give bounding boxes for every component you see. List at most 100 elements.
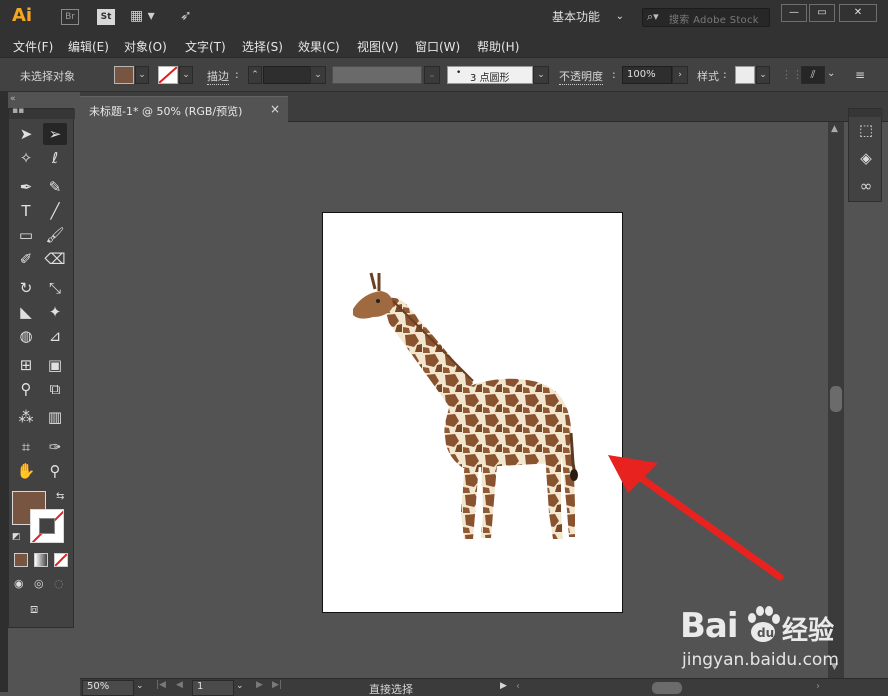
menu-file[interactable]: 文件(F) — [13, 38, 53, 55]
document-tab[interactable]: 未标题-1* @ 50% (RGB/预览) × — [80, 96, 288, 122]
layers-icon[interactable]: ◈ — [857, 149, 875, 167]
menu-select[interactable]: 选择(S) — [242, 38, 283, 55]
close-window-button[interactable]: ✕ — [839, 4, 877, 22]
graphic-style-swatch[interactable] — [735, 66, 755, 84]
close-tab-icon[interactable]: × — [270, 102, 280, 116]
zoom-chevron-icon[interactable]: ⌄ — [136, 681, 144, 691]
bridge-chip[interactable]: Br — [61, 9, 79, 25]
puppet-warp-tool-icon[interactable]: ✦ — [43, 301, 67, 323]
magic-wand-tool-icon[interactable]: ✧ — [14, 147, 38, 169]
gpu-performance-icon[interactable]: ➶ — [180, 8, 192, 24]
scroll-right-icon[interactable]: › — [816, 681, 820, 692]
next-artboard-icon[interactable]: ▶ — [256, 680, 263, 690]
menu-object[interactable]: 对象(O) — [124, 38, 167, 55]
eraser-tool-icon[interactable]: ⌫ — [43, 248, 67, 270]
minimize-button[interactable]: — — [781, 4, 807, 22]
opacity-arrow-icon[interactable]: › — [672, 66, 688, 84]
pen-tool-icon[interactable]: ✒ — [14, 176, 38, 198]
arrange-documents-icon[interactable]: ▦ ▾ — [130, 8, 155, 24]
color-mode-icon[interactable] — [14, 553, 28, 567]
zoom-tool-icon[interactable]: ⚲ — [43, 460, 67, 482]
align-icon[interactable]: ⫽ — [801, 66, 825, 84]
status-menu-arrow-icon[interactable]: ▶ — [500, 681, 507, 691]
artboard-tool-icon[interactable]: ⌗ — [14, 436, 38, 458]
slice-tool-icon[interactable]: ✑ — [43, 436, 67, 458]
creative-cloud-icon[interactable]: ∞ — [857, 177, 875, 195]
column-graph-tool-icon[interactable]: ▥ — [43, 406, 67, 428]
scroll-left-icon[interactable]: ‹ — [516, 681, 520, 692]
opacity-field[interactable]: 100% — [622, 66, 672, 84]
stroke-weight-chevron-icon[interactable]: ⌄ — [310, 66, 326, 84]
brush-chevron-icon[interactable]: ⌄ — [533, 66, 549, 84]
menu-type[interactable]: 文字(T) — [185, 38, 226, 55]
screen-mode-icon[interactable]: ⧈ — [30, 602, 38, 617]
default-fill-stroke-icon[interactable]: ◩ — [12, 532, 21, 542]
direct-selection-tool-icon[interactable]: ➢ — [43, 123, 67, 145]
lasso-tool-icon[interactable]: ℓ — [43, 147, 67, 169]
width-tool-icon[interactable]: ◣ — [14, 301, 38, 323]
menu-effect[interactable]: 效果(C) — [298, 38, 340, 55]
opacity-label[interactable]: 不透明度 — [559, 68, 603, 85]
gradient-mode-icon[interactable] — [34, 553, 48, 567]
panel-menu-icon[interactable]: ≡ — [855, 68, 865, 82]
fill-color-swatch[interactable] — [114, 66, 134, 84]
restore-button[interactable]: ▭ — [809, 4, 835, 22]
collapse-toolbar-icon[interactable]: « — [10, 94, 16, 104]
stroke-weight-field[interactable] — [263, 66, 311, 84]
libraries-icon[interactable]: ⬚ — [857, 121, 875, 139]
line-segment-tool-icon[interactable]: ╱ — [43, 200, 67, 222]
eyedropper-tool-icon[interactable]: ⚲ — [14, 378, 38, 400]
menu-window[interactable]: 窗口(W) — [415, 38, 460, 55]
giraffe-image[interactable] — [323, 213, 624, 614]
hand-tool-icon[interactable]: ✋ — [14, 460, 38, 482]
blend-tool-icon[interactable]: ⧉ — [43, 378, 67, 400]
curvature-tool-icon[interactable]: ✎ — [43, 176, 67, 198]
menu-view[interactable]: 视图(V) — [357, 38, 399, 55]
rectangle-tool-icon[interactable]: ▭ — [14, 224, 38, 246]
brush-definition-field[interactable]: 3 点圆形 • — [447, 66, 533, 84]
style-chevron-icon[interactable]: ⌄ — [756, 66, 770, 84]
stroke-weight-stepper[interactable]: ⌃ — [248, 66, 262, 84]
none-mode-icon[interactable] — [54, 553, 68, 567]
type-tool-icon[interactable]: T — [14, 200, 38, 222]
zoom-field[interactable]: 50% — [82, 680, 134, 696]
scroll-up-icon[interactable]: ▲ — [831, 124, 838, 134]
variable-width-profile[interactable] — [332, 66, 422, 84]
scale-tool-icon[interactable]: ⤡ — [43, 277, 67, 299]
stroke-dropdown-chevron-icon[interactable]: ⌄ — [179, 66, 193, 84]
right-panel-header[interactable] — [849, 109, 883, 117]
rotate-tool-icon[interactable]: ↻ — [14, 277, 38, 299]
mesh-tool-icon[interactable]: ⊞ — [14, 354, 38, 376]
menu-edit[interactable]: 编辑(E) — [68, 38, 109, 55]
previous-artboard-icon[interactable]: ◀ — [176, 680, 183, 690]
artboard[interactable] — [322, 212, 623, 613]
gradient-tool-icon[interactable]: ▣ — [43, 354, 67, 376]
horizontal-scroll-thumb[interactable] — [652, 682, 682, 694]
draw-inside-icon[interactable]: ◌ — [54, 577, 64, 590]
shaper-tool-icon[interactable]: ✐ — [14, 248, 38, 270]
menu-help[interactable]: 帮助(H) — [477, 38, 519, 55]
shape-builder-tool-icon[interactable]: ◍ — [14, 325, 38, 347]
tools-panel-header[interactable]: ▪▪ — [9, 106, 75, 119]
vertical-scrollbar[interactable]: ▲ ▼ — [828, 122, 844, 678]
paintbrush-tool-icon[interactable]: 🖌 — [43, 224, 67, 246]
last-artboard-icon[interactable]: ▶| — [272, 680, 282, 690]
symbol-sprayer-tool-icon[interactable]: ⁂ — [14, 406, 38, 428]
stroke-color-box[interactable] — [30, 509, 64, 543]
fill-dropdown-chevron-icon[interactable]: ⌄ — [135, 66, 149, 84]
selection-tool-icon[interactable]: ➤ — [14, 123, 38, 145]
draw-normal-icon[interactable]: ◉ — [14, 577, 24, 590]
swap-fill-stroke-icon[interactable]: ⇆ — [56, 491, 64, 502]
perspective-grid-tool-icon[interactable]: ⊿ — [43, 325, 67, 347]
draw-behind-icon[interactable]: ◎ — [34, 577, 44, 590]
artboard-chevron-icon[interactable]: ⌄ — [236, 681, 244, 691]
align-chevron-icon[interactable]: ⌄ — [827, 68, 835, 79]
stock-chip[interactable]: St — [97, 9, 115, 25]
stock-search-input[interactable]: ⌕▾ 搜索 Adobe Stock — [642, 8, 770, 27]
vertical-scroll-thumb[interactable] — [830, 386, 842, 412]
first-artboard-icon[interactable]: |◀ — [156, 680, 166, 690]
artboard-number-field[interactable]: 1 — [192, 680, 234, 696]
stroke-color-swatch[interactable] — [158, 66, 178, 84]
stroke-label[interactable]: 描边 — [207, 68, 229, 85]
workspace-switcher[interactable]: 基本功能 ⌄ — [544, 5, 632, 29]
